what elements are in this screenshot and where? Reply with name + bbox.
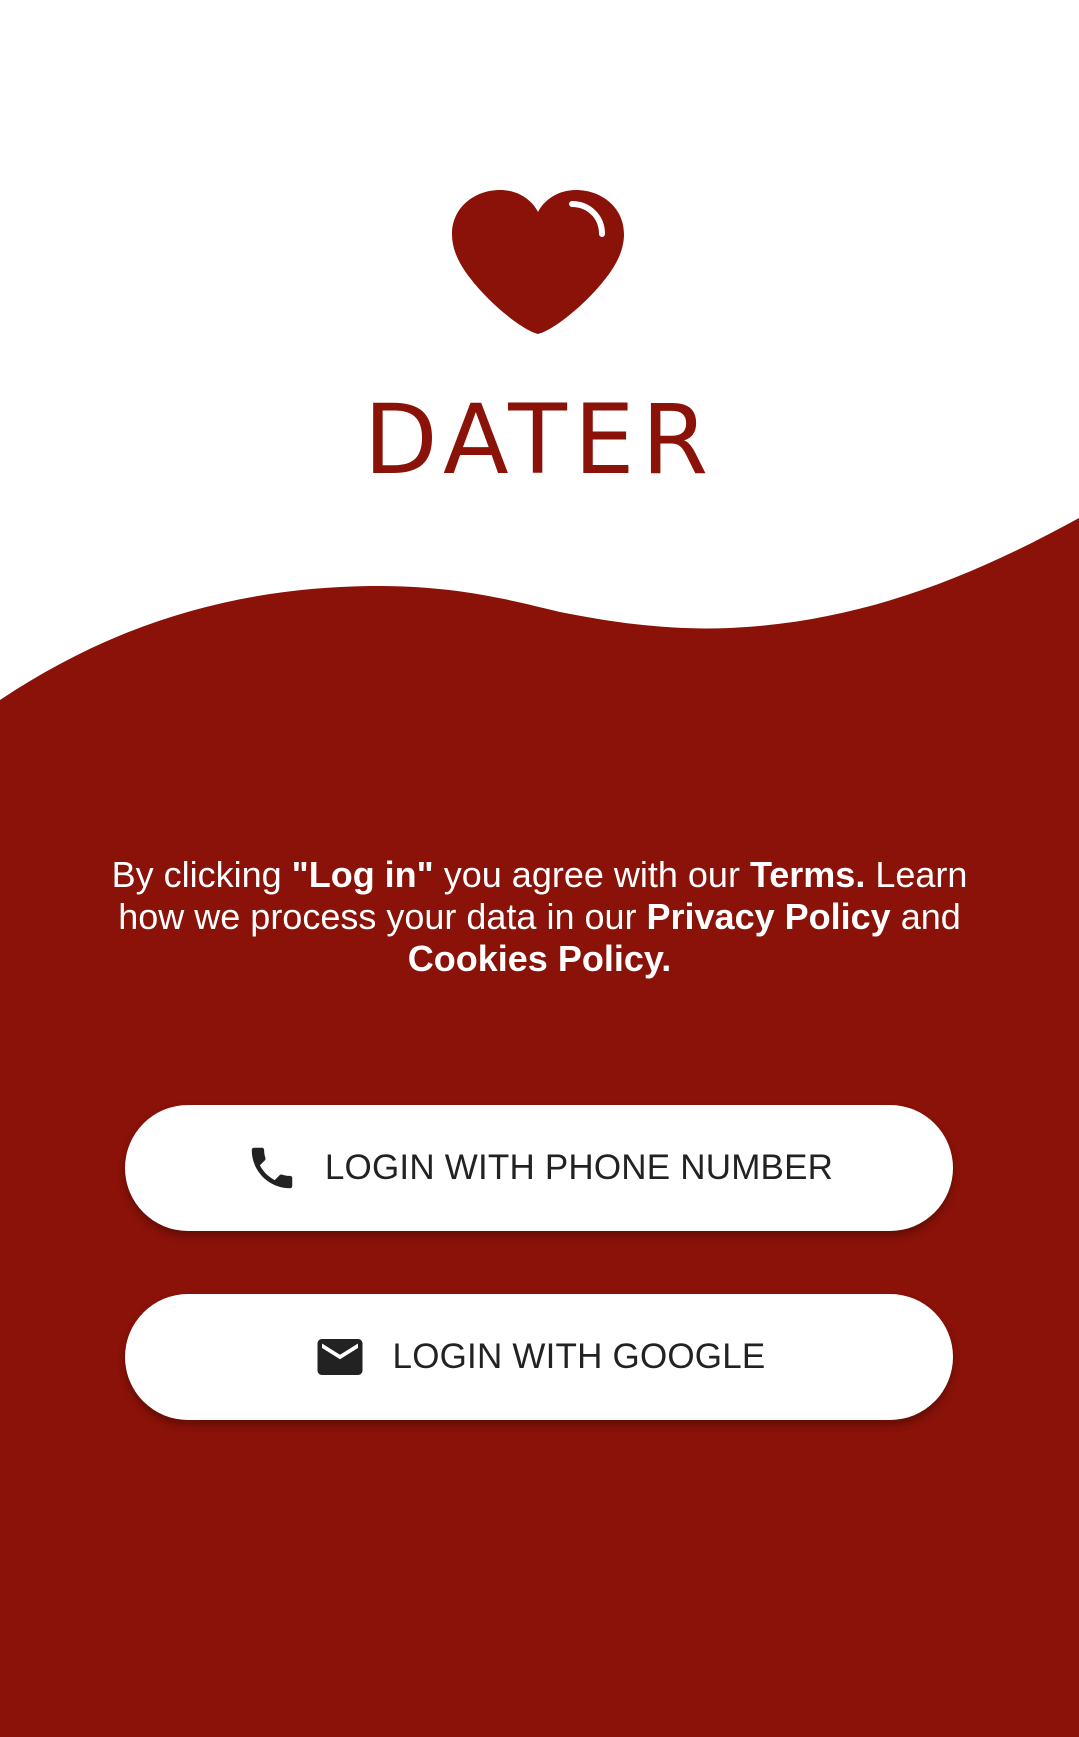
- terms-link[interactable]: Terms.: [750, 854, 865, 895]
- terms-text-part: By clicking: [111, 854, 292, 895]
- login-google-button[interactable]: LOGIN WITH GOOGLE: [125, 1294, 953, 1420]
- phone-icon: [251, 1147, 293, 1189]
- terms-text-part: and: [890, 896, 961, 937]
- app-title: DATER: [363, 384, 716, 496]
- login-quote: "Log in": [291, 854, 434, 895]
- terms-text-part: you agree with our: [433, 854, 750, 895]
- cookies-policy-link[interactable]: Cookies Policy.: [408, 938, 671, 979]
- login-google-label: LOGIN WITH GOOGLE: [392, 1337, 766, 1376]
- terms-notice: By clicking "Log in" you agree with our …: [100, 854, 979, 980]
- heart-icon: [452, 190, 624, 334]
- login-phone-label: LOGIN WITH PHONE NUMBER: [324, 1148, 834, 1187]
- mail-icon: [317, 1339, 363, 1375]
- login-phone-button[interactable]: LOGIN WITH PHONE NUMBER: [125, 1105, 953, 1231]
- privacy-policy-link[interactable]: Privacy Policy: [647, 896, 891, 937]
